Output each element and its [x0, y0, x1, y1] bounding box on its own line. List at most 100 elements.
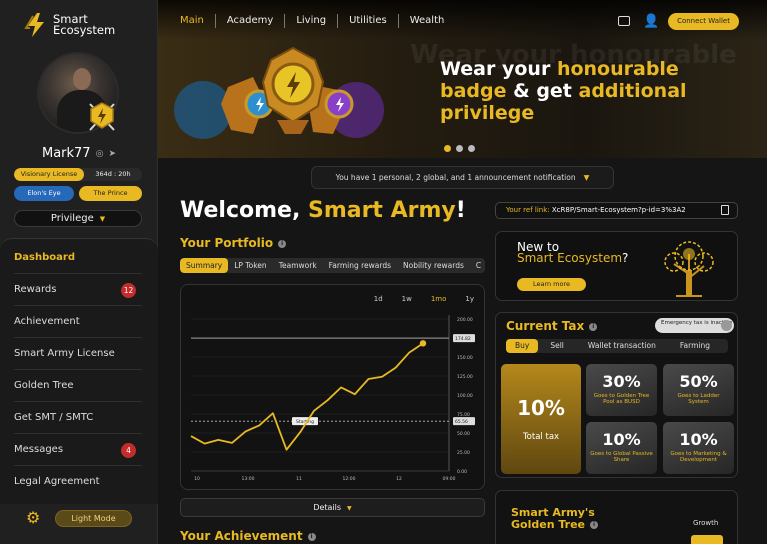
license-status: Visionary License 364d : 20h [14, 168, 142, 181]
info-icon[interactable]: i [589, 322, 598, 331]
portfolio-title: Your Portfolio i [180, 236, 287, 250]
start-value-label: 65.56 [455, 419, 468, 425]
send-icon[interactable]: ➤ [108, 149, 116, 159]
title-tag-blue: Elon's Eye [14, 186, 74, 201]
sidebar-item-achievement[interactable]: Achievement [14, 306, 142, 338]
y-tick-label: 50.00 [457, 431, 470, 437]
title-tag-yellow: The Prince [79, 186, 142, 201]
emergency-tax-toggle[interactable]: Emergency tax is inactive [655, 318, 734, 333]
rewards-count-badge: 12 [121, 283, 136, 298]
brand-logo[interactable]: Smart Ecosystem [24, 12, 115, 38]
tab-summary[interactable]: Summary [180, 258, 229, 273]
top-nav: Main Academy Living Utilities Wealth [180, 14, 455, 28]
license-name: Visionary License [14, 168, 84, 181]
new-to-line2: Smart Ecosystem? [517, 251, 629, 265]
notification-text: You have 1 personal, 2 global, and 1 ann… [335, 173, 576, 182]
sidebar-item-messages[interactable]: Messages 4 [14, 434, 142, 466]
tab-farming[interactable]: Farming [668, 339, 722, 353]
tab-more[interactable]: C [470, 258, 485, 273]
learn-more-button[interactable]: Learn more [517, 278, 586, 291]
carousel-dot-3[interactable] [468, 145, 475, 152]
tax-cell-global-passive: 10% Goes to Global Passive Share [586, 422, 657, 474]
nav-wealth[interactable]: Wealth [397, 14, 456, 28]
user-icon[interactable]: 👤 [643, 14, 659, 29]
nav-utilities[interactable]: Utilities [337, 14, 398, 28]
sidebar-item-legal-agreement[interactable]: Legal Agreement [14, 466, 142, 498]
sidebar-nav: Dashboard Rewards 12 Achievement Smart Ar… [0, 238, 158, 504]
messages-count-badge: 4 [121, 443, 136, 458]
tab-lp-token[interactable]: LP Token [228, 258, 272, 273]
y-tick-label: 25.00 [457, 450, 470, 456]
tab-farming-rewards[interactable]: Farming rewards [323, 258, 397, 273]
tab-teamwork[interactable]: Teamwork [273, 258, 323, 273]
notification-bar[interactable]: You have 1 personal, 2 global, and 1 ann… [311, 166, 614, 189]
achievement-title: Your Achievement i [180, 529, 316, 543]
caret-down-icon: ▼ [347, 505, 352, 512]
golden-tree-card: Smart Army's Golden Tree i Growth [495, 490, 738, 544]
sidebar-item-golden-tree[interactable]: Golden Tree [14, 370, 142, 402]
x-tick-label: 12 [396, 476, 402, 482]
welcome-heading: Welcome, Smart Army! [180, 198, 466, 223]
series-end-point [419, 340, 427, 347]
x-tick-label: 11 [296, 476, 302, 482]
x-tick-label: 09:00 [443, 476, 456, 482]
caret-down-icon: ▼ [583, 173, 590, 182]
privilege-dropdown[interactable]: Privilege ▼ [14, 210, 142, 227]
sidebar-item-get-smt[interactable]: Get SMT / SMTC [14, 402, 142, 434]
x-tick-label: 12:00 [343, 476, 356, 482]
sidebar-item-rewards[interactable]: Rewards 12 [14, 274, 142, 306]
nav-academy[interactable]: Academy [214, 14, 284, 28]
wallet-icon[interactable] [618, 16, 630, 26]
portfolio-tabs: Summary LP Token Teamwork Farming reward… [180, 258, 485, 273]
gear-icon[interactable]: ⚙ [26, 510, 40, 526]
medal-badge-icon [89, 102, 115, 131]
tax-cell-marketing: 10% Goes to Marketing & Development [663, 422, 734, 474]
growth-bar [691, 535, 723, 544]
total-tax-value: 10% [517, 396, 565, 420]
carousel-dot-2[interactable] [456, 145, 463, 152]
nav-main[interactable]: Main [180, 14, 215, 28]
eye-slash-icon[interactable]: ◎ [96, 149, 104, 159]
hero-headline: Wear your honourable badge & get additio… [440, 58, 687, 124]
x-tick-label: 10 [194, 476, 200, 482]
tax-title: Current Tax i [506, 319, 598, 333]
sidebar: Smart Ecosystem Mark77 ◎ ➤ Visionary Lice… [0, 0, 158, 544]
carousel-dots [444, 145, 475, 152]
sidebar-item-smart-army-license[interactable]: Smart Army License [14, 338, 142, 370]
carousel-dot-1[interactable] [444, 145, 451, 152]
info-icon[interactable]: i [278, 239, 287, 248]
badges-illustration-icon [174, 46, 384, 139]
tax-cell-ladder: 50% Goes to Ladder System [663, 364, 734, 416]
y-tick-label: 0.00 [457, 469, 467, 475]
brand-name: Smart Ecosystem [53, 12, 116, 37]
current-tax-card: Current Tax i Emergency tax is inactive B… [495, 312, 738, 478]
total-tax-tile: 10% Total tax [501, 364, 581, 474]
y-tick-label: 100.00 [457, 393, 473, 399]
growth-label: Growth [693, 519, 719, 527]
high-label: 174.82 [455, 336, 471, 342]
y-tick-label: 150.00 [457, 355, 473, 361]
copy-icon[interactable] [721, 205, 729, 215]
portfolio-line-chart: 200.00175.00150.00125.00100.0075.0050.00… [190, 315, 475, 482]
license-time: 364d : 20h [95, 170, 131, 178]
tax-cell-golden-tree: 30% Goes to Golden Tree Pool as BUSD [586, 364, 657, 416]
golden-tree-title: Smart Army's Golden Tree i [511, 507, 611, 531]
tab-sell[interactable]: Sell [538, 339, 576, 353]
tab-wallet-transaction[interactable]: Wallet transaction [576, 339, 668, 353]
total-tax-label: Total tax [522, 432, 560, 442]
sidebar-item-dashboard[interactable]: Dashboard [14, 242, 142, 274]
series-line [190, 342, 424, 451]
nav-living[interactable]: Living [284, 14, 337, 28]
info-icon[interactable]: i [590, 521, 598, 529]
new-to-card: New to Smart Ecosystem? Learn more [495, 231, 738, 301]
caret-down-icon: ▼ [99, 215, 106, 223]
info-icon[interactable]: i [307, 532, 316, 541]
y-tick-label: 75.00 [457, 412, 470, 418]
details-button[interactable]: Details ▼ [180, 498, 485, 517]
tab-nobility-rewards[interactable]: Nobility rewards [397, 258, 470, 273]
ref-link-field[interactable]: Your ref link: XcR8P/Smart-Ecosystem?p-i… [495, 202, 738, 219]
connect-wallet-button[interactable]: Connect Wallet [668, 13, 739, 30]
tab-buy[interactable]: Buy [506, 339, 539, 353]
x-tick-label: 13:00 [242, 476, 255, 482]
light-mode-button[interactable]: Light Mode [55, 510, 132, 527]
